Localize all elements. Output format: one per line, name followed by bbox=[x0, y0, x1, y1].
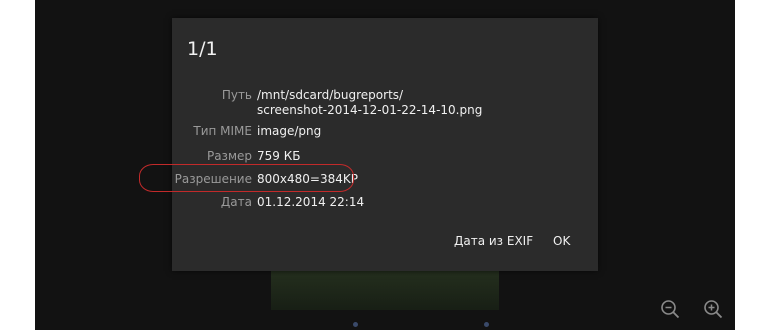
exif-date-button[interactable]: Дата из EXIF bbox=[454, 234, 533, 248]
field-label: Дата bbox=[220, 195, 252, 209]
zoom-in-icon[interactable] bbox=[703, 299, 723, 319]
field-value: image/png bbox=[257, 124, 322, 138]
field-label: Размер bbox=[206, 149, 252, 163]
screen: 1/1 Путь /mnt/sdcard/bugreports/ screens… bbox=[35, 0, 735, 330]
resolution-highlight-ring bbox=[139, 164, 354, 192]
dialog-title: 1/1 bbox=[187, 38, 218, 60]
file-details-dialog: 1/1 Путь /mnt/sdcard/bugreports/ screens… bbox=[172, 18, 598, 271]
path-line-2: screenshot-2014-12-01-22-14-10.png bbox=[257, 103, 483, 117]
field-value: 759 КБ bbox=[257, 149, 301, 163]
field-value: 01.12.2014 22:14 bbox=[257, 195, 365, 209]
field-label: Путь bbox=[221, 88, 252, 102]
field-value: /mnt/sdcard/bugreports/ screenshot-2014-… bbox=[257, 88, 482, 118]
path-line-1: /mnt/sdcard/bugreports/ bbox=[257, 88, 404, 102]
ok-button[interactable]: OK bbox=[553, 234, 570, 248]
zoom-out-icon[interactable] bbox=[660, 299, 680, 319]
field-label: Тип MIME bbox=[193, 124, 252, 138]
page-indicator-dot bbox=[353, 322, 358, 327]
page-indicator-dot bbox=[484, 322, 489, 327]
